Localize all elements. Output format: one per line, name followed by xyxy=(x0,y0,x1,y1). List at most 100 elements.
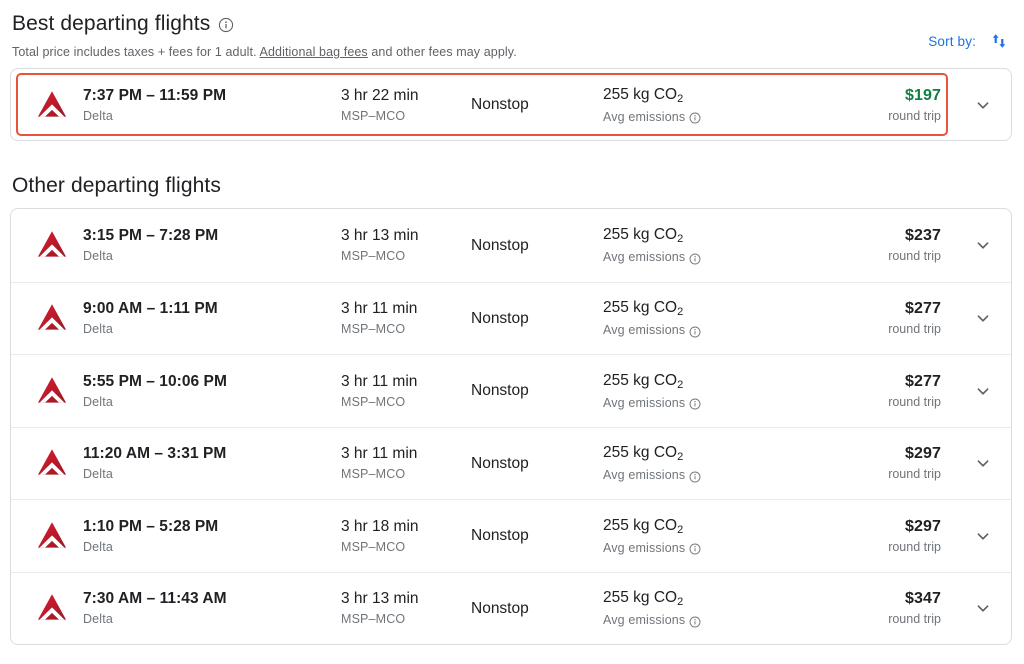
chevron-down-icon[interactable] xyxy=(972,525,994,547)
expand-flight-button[interactable] xyxy=(955,234,1011,256)
info-icon[interactable] xyxy=(689,470,701,482)
flight-price: $347 xyxy=(783,588,941,610)
chevron-down-icon[interactable] xyxy=(972,234,994,256)
info-icon[interactable] xyxy=(689,325,701,337)
flight-duration: 3 hr 22 min xyxy=(341,85,471,106)
flight-row[interactable]: 1:10 PM – 5:28 PMDelta3 hr 18 minMSP–MCO… xyxy=(11,499,1011,572)
flight-airline: Delta xyxy=(83,108,341,125)
flight-emissions-note: Avg emissions xyxy=(603,249,685,266)
flight-times-cell: 9:00 AM – 1:11 PMDelta xyxy=(83,298,341,338)
flight-duration: 3 hr 11 min xyxy=(341,443,471,464)
flight-stops: Nonstop xyxy=(471,94,603,115)
flight-emissions-note: Avg emissions xyxy=(603,109,685,126)
page-title: Best departing flights xyxy=(12,10,210,38)
chevron-down-icon[interactable] xyxy=(972,597,994,619)
flight-price-note: round trip xyxy=(783,321,941,338)
flight-price-note: round trip xyxy=(783,611,941,628)
flight-duration-cell: 3 hr 11 minMSP–MCO xyxy=(341,371,471,411)
flight-emissions-note-row: Avg emissions xyxy=(603,322,783,339)
flight-times-cell: 7:30 AM – 11:43 AMDelta xyxy=(83,588,341,628)
info-icon[interactable] xyxy=(689,111,701,123)
expand-flight-button[interactable] xyxy=(955,525,1011,547)
flight-row[interactable]: 11:20 AM – 3:31 PMDelta3 hr 11 minMSP–MC… xyxy=(11,427,1011,500)
flight-row[interactable]: 9:00 AM – 1:11 PMDelta3 hr 11 min MSP–MCO… xyxy=(11,282,1011,355)
flight-stops-cell: Nonstop xyxy=(471,235,603,256)
flight-emissions-value: 255 kg CO xyxy=(603,86,677,103)
flight-airline: Delta xyxy=(83,466,341,483)
flight-emissions-note-row: Avg emissions xyxy=(603,249,783,266)
flight-price-note: round trip xyxy=(783,248,941,265)
info-icon[interactable] xyxy=(689,542,701,554)
chevron-down-icon[interactable] xyxy=(972,380,994,402)
flight-emissions-note: Avg emissions xyxy=(603,467,685,484)
flight-price: $297 xyxy=(783,443,941,465)
flight-stops-cell: Nonstop xyxy=(471,525,603,546)
expand-flight-button[interactable] xyxy=(955,94,1011,116)
flight-price: $277 xyxy=(783,298,941,320)
flight-row[interactable]: 5:55 PM – 10:06 PM Delta3 hr 11 minMSP–MC… xyxy=(11,354,1011,427)
flight-duration-cell: 3 hr 22 minMSP–MCO xyxy=(341,85,471,125)
flight-times: 9:00 AM – 1:11 PM xyxy=(83,298,341,319)
expand-flight-button[interactable] xyxy=(955,380,1011,402)
flight-emissions-note: Avg emissions xyxy=(603,322,685,339)
results-header: Best departing flights Total price inclu… xyxy=(0,0,1024,60)
flight-row[interactable]: 7:37 PM – 11:59 PMDelta3 hr 22 minMSP–MC… xyxy=(11,69,1011,140)
info-icon[interactable] xyxy=(218,17,234,33)
flight-stops: Nonstop xyxy=(471,380,603,401)
flight-price-note: round trip xyxy=(783,466,941,483)
chevron-down-icon[interactable] xyxy=(972,94,994,116)
flight-emissions-subscript: 2 xyxy=(677,379,683,391)
delta-logo-icon xyxy=(21,374,83,408)
flight-emissions-value: 255 kg CO xyxy=(603,299,677,316)
flight-stops-cell: Nonstop xyxy=(471,380,603,401)
flight-airline: Delta xyxy=(83,394,341,411)
flight-times: 5:55 PM – 10:06 PM xyxy=(83,371,341,392)
flight-emissions: 255 kg CO2 xyxy=(603,297,783,320)
flight-emissions-subscript: 2 xyxy=(677,451,683,463)
flight-route: MSP–MCO xyxy=(341,466,471,483)
expand-flight-button[interactable] xyxy=(955,597,1011,619)
flight-price-cell: $297round trip xyxy=(783,443,955,483)
flight-price-note: round trip xyxy=(783,108,941,125)
flight-row[interactable]: 7:30 AM – 11:43 AMDelta3 hr 13 minMSP–MC… xyxy=(11,572,1011,645)
flight-times-cell: 3:15 PM – 7:28 PMDelta xyxy=(83,225,341,265)
flight-emissions: 255 kg CO2 xyxy=(603,442,783,465)
info-icon[interactable] xyxy=(689,252,701,264)
flight-price: $197 xyxy=(783,85,941,107)
fees-disclaimer-tail: and other fees may apply. xyxy=(368,45,517,59)
flight-stops-cell: Nonstop xyxy=(471,308,603,329)
flight-emissions: 255 kg CO2 xyxy=(603,370,783,393)
flight-emissions-subscript: 2 xyxy=(677,524,683,536)
info-icon[interactable] xyxy=(689,397,701,409)
flight-duration-cell: 3 hr 13 minMSP–MCO xyxy=(341,588,471,628)
delta-logo-icon xyxy=(21,591,83,625)
delta-logo-icon xyxy=(21,301,83,335)
info-icon[interactable] xyxy=(689,615,701,627)
chevron-down-icon[interactable] xyxy=(972,452,994,474)
flight-route: MSP–MCO xyxy=(341,321,471,338)
flight-times-cell: 7:37 PM – 11:59 PMDelta xyxy=(83,85,341,125)
flight-emissions-value: 255 kg CO xyxy=(603,226,677,243)
flight-emissions-value: 255 kg CO xyxy=(603,589,677,606)
flight-price-cell: $347round trip xyxy=(783,588,955,628)
flight-stops: Nonstop xyxy=(471,598,603,619)
expand-flight-button[interactable] xyxy=(955,452,1011,474)
flight-airline: Delta xyxy=(83,248,341,265)
flight-price: $237 xyxy=(783,225,941,247)
flight-emissions-cell: 255 kg CO2Avg emissions xyxy=(603,84,783,126)
flight-duration-cell: 3 hr 11 min MSP–MCO xyxy=(341,298,471,338)
flight-emissions-note-row: Avg emissions xyxy=(603,467,783,484)
flight-stops-cell: Nonstop xyxy=(471,453,603,474)
chevron-down-icon[interactable] xyxy=(972,307,994,329)
flight-stops: Nonstop xyxy=(471,525,603,546)
sort-arrows-icon[interactable] xyxy=(988,30,1010,52)
sort-by-control[interactable]: Sort by: xyxy=(928,30,1010,52)
flight-price-cell: $277round trip xyxy=(783,298,955,338)
flight-stops: Nonstop xyxy=(471,235,603,256)
expand-flight-button[interactable] xyxy=(955,307,1011,329)
flight-emissions-note: Avg emissions xyxy=(603,540,685,557)
flight-duration-cell: 3 hr 18 minMSP–MCO xyxy=(341,516,471,556)
additional-bag-fees-link[interactable]: Additional bag fees xyxy=(260,45,368,59)
flight-row[interactable]: 3:15 PM – 7:28 PMDelta3 hr 13 minMSP–MCO… xyxy=(11,209,1011,282)
flight-duration: 3 hr 11 min xyxy=(341,298,471,319)
